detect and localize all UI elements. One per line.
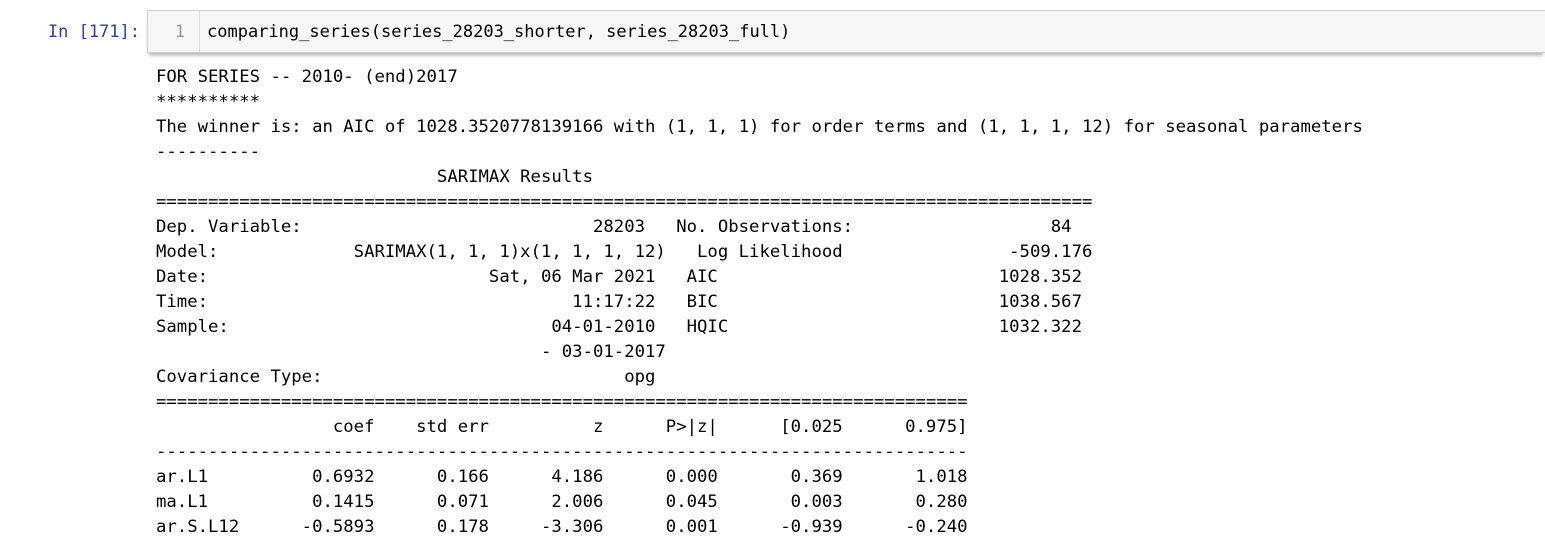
sarimax-results-title: SARIMAX Results	[156, 167, 593, 187]
summary-row-sample: Sample: 04-01-2010 HQIC 1032.322	[156, 317, 1082, 337]
coef-row-ma-l1: ma.L1 0.1415 0.071 2.006 0.045 0.003 0.2…	[156, 492, 968, 512]
coef-row-ar-l1: ar.L1 0.6932 0.166 4.186 0.000 0.369 1.0…	[156, 467, 968, 487]
line-number-gutter: 1	[148, 11, 200, 52]
summary-row-covariance-type: Covariance Type: opg	[156, 367, 656, 387]
line-number: 1	[174, 22, 185, 42]
code-cell-input[interactable]: 1 comparing_series(series_28203_shorter,…	[147, 10, 1545, 53]
code-line[interactable]: comparing_series(series_28203_shorter, s…	[207, 20, 790, 45]
output-asterisk-separator: **********	[156, 92, 261, 112]
summary-row-time: Time: 11:17:22 BIC 1038.567	[156, 292, 1082, 312]
output-dash-separator: ----------	[156, 142, 261, 162]
summary-row-sample-end: - 03-01-2017	[156, 342, 666, 362]
output-series-heading: FOR SERIES -- 2010- (end)2017	[156, 67, 458, 87]
cell-output: FOR SERIES -- 2010- (end)2017 ********** T…	[156, 65, 1363, 540]
output-winner-line: The winner is: an AIC of 1028.3520778139…	[156, 117, 1363, 137]
summary-row-dep-variable: Dep. Variable: 28203 No. Observations: 8…	[156, 217, 1072, 237]
coef-table-header-rule: ----------------------------------------…	[156, 442, 968, 462]
summary-row-model: Model: SARIMAX(1, 1, 1)x(1, 1, 1, 12) Lo…	[156, 242, 1093, 262]
coef-table-top-rule: ========================================…	[156, 392, 968, 412]
coef-table-header: coef std err z P>|z| [0.025 0.975]	[156, 417, 968, 437]
cell-prompt: In [171]:	[47, 22, 140, 42]
summary-top-rule: ========================================…	[156, 192, 1093, 212]
coef-row-ar-s-l12: ar.S.L12 -0.5893 0.178 -3.306 0.001 -0.9…	[156, 517, 968, 537]
summary-row-date: Date: Sat, 06 Mar 2021 AIC 1028.352	[156, 267, 1082, 287]
